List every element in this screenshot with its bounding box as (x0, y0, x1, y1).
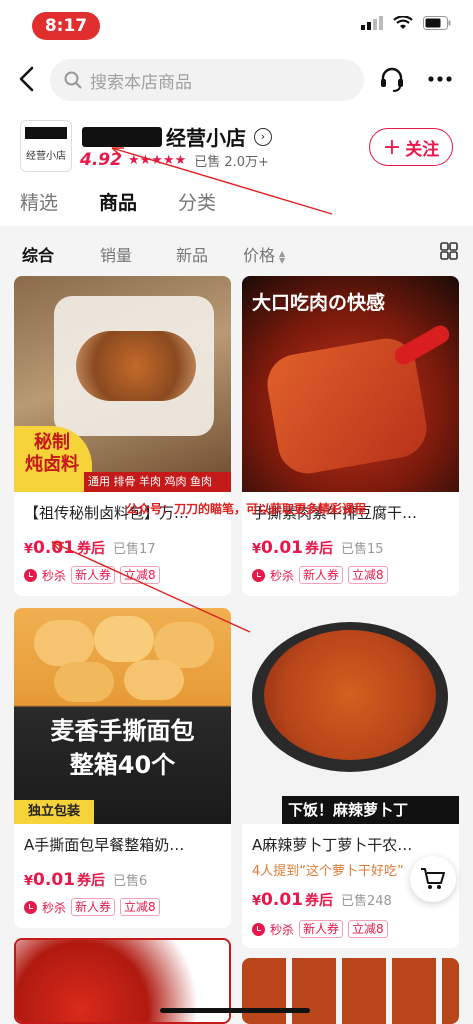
home-indicator[interactable] (160, 1008, 310, 1013)
annotation-text: 公众号：刀刀的瞄笔，可以获取更多精彩课程 (126, 502, 367, 516)
cart-icon (421, 868, 445, 889)
cart-button[interactable] (410, 856, 456, 902)
